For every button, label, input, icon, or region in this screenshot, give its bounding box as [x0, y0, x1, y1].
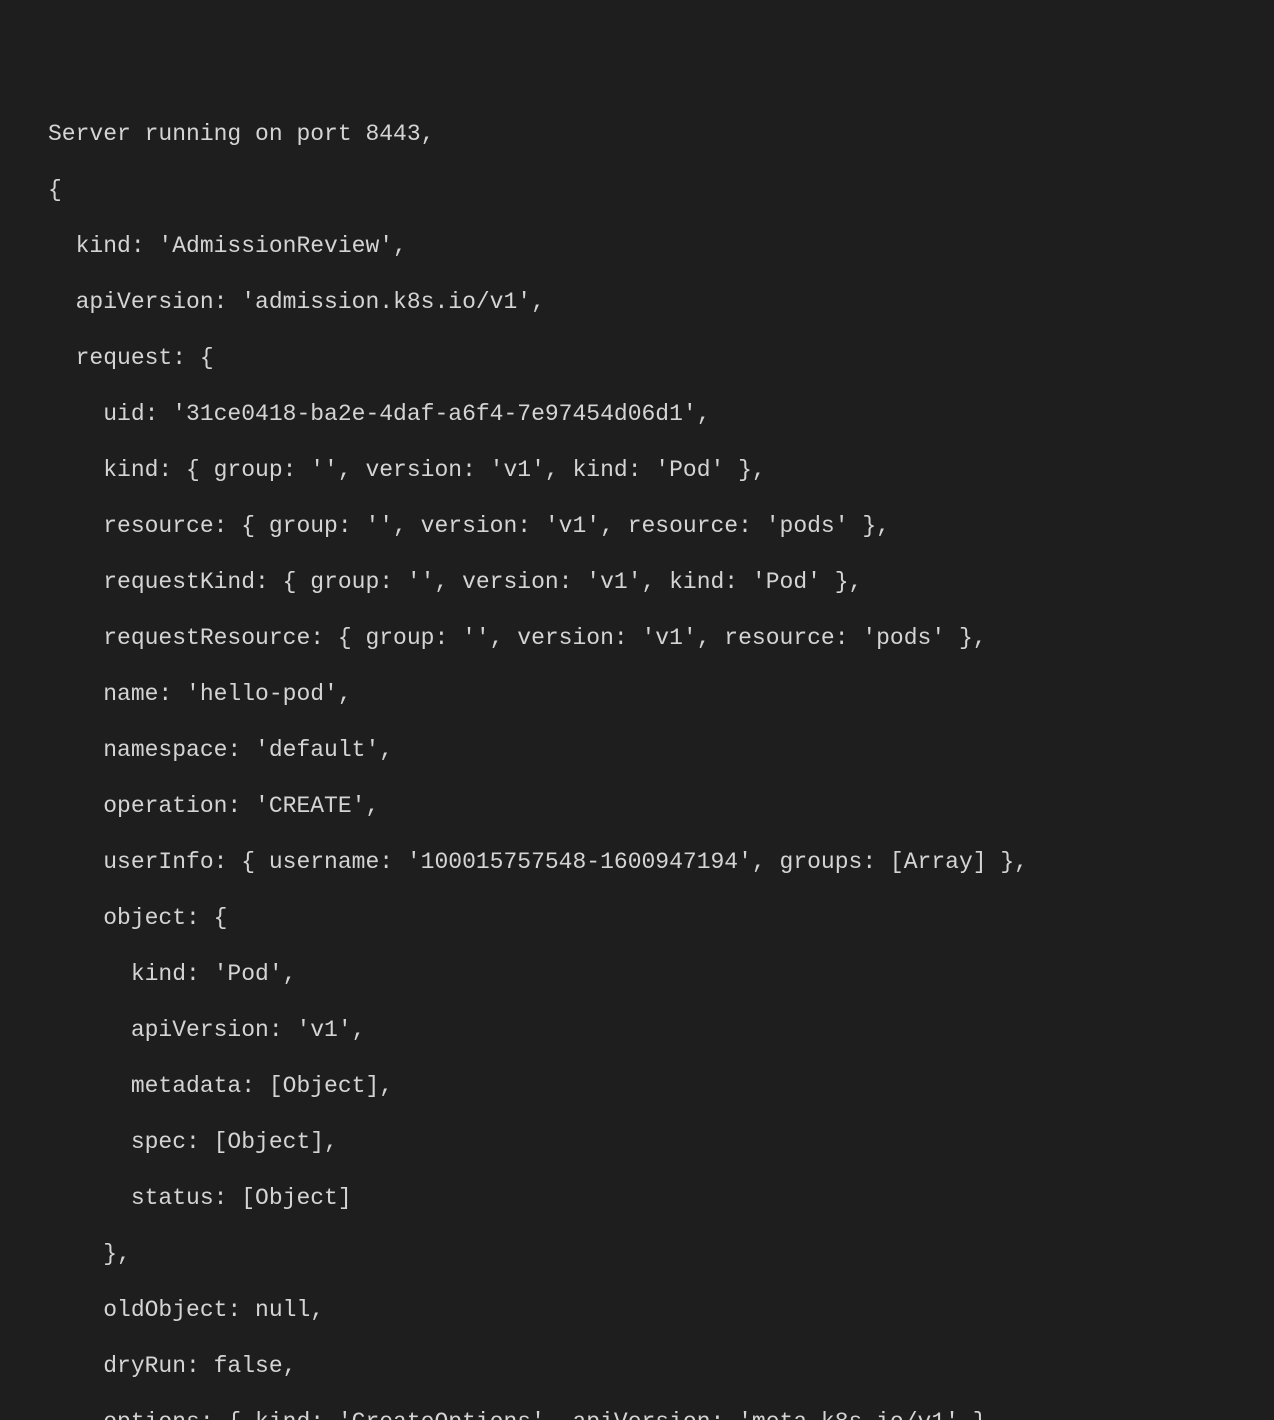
code-line: name: 'hello-pod', [48, 680, 1274, 708]
code-line: userInfo: { username: '100015757548-1600… [48, 848, 1274, 876]
code-line: operation: 'CREATE', [48, 792, 1274, 820]
code-line: spec: [Object], [48, 1128, 1274, 1156]
terminal-output[interactable]: Server running on port 8443, { kind: 'Ad… [0, 112, 1274, 1420]
code-line: resource: { group: '', version: 'v1', re… [48, 512, 1274, 540]
code-line: Server running on port 8443, [48, 120, 1274, 148]
code-line: status: [Object] [48, 1184, 1274, 1212]
code-line: kind: { group: '', version: 'v1', kind: … [48, 456, 1274, 484]
code-line: metadata: [Object], [48, 1072, 1274, 1100]
code-line: }, [48, 1240, 1274, 1268]
code-line: kind: 'Pod', [48, 960, 1274, 988]
code-line: uid: '31ce0418-ba2e-4daf-a6f4-7e97454d06… [48, 400, 1274, 428]
code-line: dryRun: false, [48, 1352, 1274, 1380]
code-line: requestResource: { group: '', version: '… [48, 624, 1274, 652]
code-line: apiVersion: 'v1', [48, 1016, 1274, 1044]
code-line: namespace: 'default', [48, 736, 1274, 764]
code-line: requestKind: { group: '', version: 'v1',… [48, 568, 1274, 596]
code-line: request: { [48, 344, 1274, 372]
code-line: oldObject: null, [48, 1296, 1274, 1324]
code-line: kind: 'AdmissionReview', [48, 232, 1274, 260]
code-line: { [48, 176, 1274, 204]
code-line: object: { [48, 904, 1274, 932]
code-line: options: { kind: 'CreateOptions', apiVer… [48, 1408, 1274, 1420]
code-line: apiVersion: 'admission.k8s.io/v1', [48, 288, 1274, 316]
